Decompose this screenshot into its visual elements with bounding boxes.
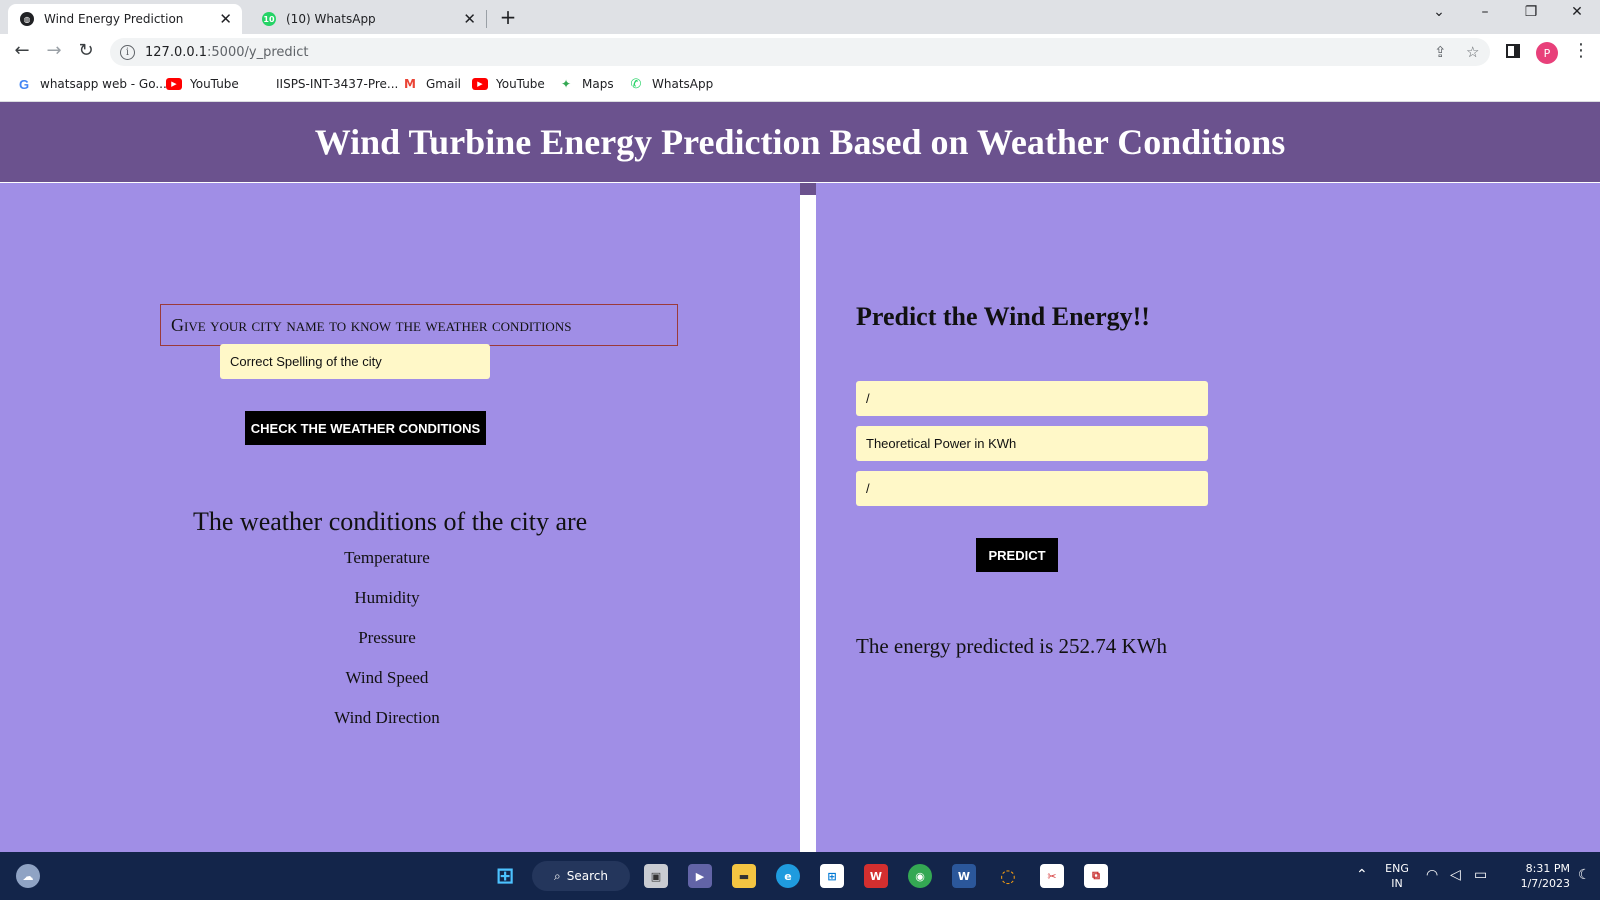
restore-icon[interactable]: ❐ — [1516, 4, 1546, 20]
word-icon[interactable]: W — [952, 864, 976, 888]
reload-icon[interactable]: ↻ — [74, 40, 98, 61]
bookmark-label: IISPS-INT-3437-Pre... — [276, 77, 399, 91]
new-tab-icon[interactable]: + — [496, 5, 520, 29]
address-bar[interactable]: i 127.0.0.1:5000/y_predict — [110, 38, 1490, 66]
bookmark-gmail[interactable]: M Gmail — [402, 77, 461, 91]
close-icon[interactable]: ✕ — [463, 10, 476, 28]
file-explorer-icon[interactable]: ▬ — [732, 864, 756, 888]
weather-wind-direction: Wind Direction — [334, 708, 440, 727]
tab-wind-energy[interactable]: ◍ Wind Energy Prediction ✕ — [8, 4, 242, 34]
wifi-icon[interactable]: ◠ — [1426, 867, 1438, 883]
tab-label: (10) WhatsApp — [286, 12, 376, 26]
back-icon[interactable]: ← — [10, 40, 34, 61]
tab-search-chevron-icon[interactable]: ⌄ — [1424, 4, 1454, 20]
browser-toolbar: ← → ↻ i 127.0.0.1:5000/y_predict ⇪ ☆ P ⋮ — [0, 34, 1600, 70]
windows-taskbar: ☁ ⊞ ⌕ Search ▣ ▶ ▬ e ⊞ W ◉ W ◌ ✂ ⧉ ⌃ ENG… — [0, 852, 1600, 900]
share-icon[interactable]: ⇪ — [1434, 43, 1447, 61]
globe-icon: ◍ — [20, 12, 34, 26]
bookmark-youtube-2[interactable]: ▶ YouTube — [472, 77, 545, 91]
whatsapp-icon: 10 — [262, 12, 276, 26]
task-view-icon[interactable]: ▣ — [644, 864, 668, 888]
bookmarks-bar: G whatsapp web - Go... ▶ YouTube IISPS-I… — [0, 70, 1600, 102]
wind-input-3[interactable]: / — [856, 471, 1208, 506]
menu-icon[interactable]: ⋮ — [1572, 40, 1590, 61]
url-path: :5000/y_predict — [207, 44, 309, 60]
panel-divider — [800, 183, 816, 195]
bookmark-label: YouTube — [496, 77, 545, 91]
maps-icon: ✦ — [560, 77, 572, 91]
info-icon[interactable]: i — [120, 44, 135, 60]
start-icon[interactable]: ⊞ — [493, 864, 517, 889]
chrome-icon[interactable]: ◉ — [908, 864, 932, 888]
gmail-icon: M — [404, 77, 416, 91]
check-weather-button[interactable]: Check the Weather Conditions — [245, 411, 486, 445]
bookmark-label: YouTube — [190, 77, 239, 91]
close-icon[interactable]: ✕ — [219, 10, 232, 28]
tab-whatsapp[interactable]: 10 (10) WhatsApp ✕ — [250, 4, 486, 34]
bookmark-iisps[interactable]: IISPS-INT-3437-Pre... — [276, 77, 398, 91]
language-indicator[interactable]: ENG IN — [1382, 861, 1412, 891]
weather-heading-text: The weather conditions of the city are — [193, 507, 588, 536]
wind-input-1[interactable]: / — [856, 381, 1208, 416]
weather-wind-speed: Wind Speed — [345, 668, 429, 687]
page-header: Wind Turbine Energy Prediction Based on … — [0, 102, 1600, 182]
prediction-panel — [816, 183, 1600, 852]
weather-humidity: Humidity — [354, 588, 420, 607]
clock-date: 1/7/2023 — [1520, 877, 1570, 890]
predict-button[interactable]: Predict — [976, 538, 1058, 572]
predict-heading: Predict the Wind Energy!! — [856, 302, 1150, 331]
side-panel-icon[interactable] — [1506, 44, 1520, 58]
bookmark-label: WhatsApp — [652, 77, 714, 91]
bookmark-label: Gmail — [426, 77, 462, 91]
page-title: Wind Turbine Energy Prediction Based on … — [314, 122, 1286, 162]
store-icon[interactable]: ⊞ — [820, 864, 844, 888]
google-icon: G — [18, 76, 30, 92]
minimize-icon[interactable]: – — [1470, 4, 1500, 20]
url-host: 127.0.0.1 — [145, 44, 208, 60]
youtube-icon: ▶ — [166, 78, 182, 90]
bookmark-whatsapp-web[interactable]: G whatsapp web - Go... — [16, 76, 167, 92]
bookmark-label: Maps — [582, 77, 614, 91]
whatsapp-icon: ✆ — [630, 76, 642, 92]
bookmark-youtube[interactable]: ▶ YouTube — [166, 77, 239, 91]
city-input[interactable]: Correct Spelling of the city — [220, 344, 490, 379]
app-icon[interactable]: ✂ — [1040, 864, 1064, 888]
volume-icon[interactable]: ◁ — [1450, 867, 1461, 883]
weather-widget-icon[interactable]: ☁ — [16, 864, 40, 888]
youtube-icon: ▶ — [472, 78, 488, 90]
bookmark-whatsapp[interactable]: ✆ WhatsApp — [628, 76, 714, 92]
snipping-tool-icon[interactable]: ⧉ — [1084, 864, 1108, 888]
search-icon: ⌕ — [554, 868, 561, 883]
city-heading: Give your city name to know the weather … — [171, 314, 572, 335]
prediction-result: The energy predicted is 252.74 KWh — [856, 634, 1168, 658]
tab-divider — [486, 10, 487, 28]
chat-icon[interactable]: ▶ — [688, 864, 712, 888]
taskbar-search[interactable]: ⌕ Search — [532, 861, 630, 891]
edge-icon[interactable]: e — [776, 864, 800, 888]
weather-temperature: Temperature — [344, 548, 430, 567]
city-heading-box: Give your city name to know the weather … — [160, 304, 678, 346]
tab-bar: ◍ Wind Energy Prediction ✕ 10 (10) Whats… — [0, 0, 1600, 34]
theoretical-power-input[interactable]: Theoretical Power in KWh — [856, 426, 1208, 461]
battery-icon[interactable]: ▭ — [1474, 867, 1487, 883]
window-close-icon[interactable]: ✕ — [1562, 4, 1592, 20]
weather-pressure: Pressure — [358, 628, 416, 647]
jupyter-icon[interactable]: ◌ — [996, 864, 1020, 888]
bookmark-maps[interactable]: ✦ Maps — [558, 77, 614, 91]
page-viewport: Wind Turbine Energy Prediction Based on … — [0, 102, 1600, 852]
bookmark-label: whatsapp web - Go... — [40, 77, 167, 91]
tab-label: Wind Energy Prediction — [44, 12, 184, 26]
language-code: ENG — [1385, 862, 1409, 875]
notifications-icon[interactable]: ☾ — [1578, 867, 1591, 883]
region-code: IN — [1391, 877, 1403, 890]
clock[interactable]: 8:31 PM 1/7/2023 — [1500, 861, 1570, 891]
clock-time: 8:31 PM — [1525, 862, 1570, 875]
chevron-up-icon[interactable]: ⌃ — [1356, 867, 1368, 883]
star-icon[interactable]: ☆ — [1466, 43, 1479, 61]
forward-icon[interactable]: → — [42, 40, 66, 61]
taskbar-search-label: Search — [566, 869, 608, 883]
wps-icon[interactable]: W — [864, 864, 888, 888]
profile-avatar[interactable]: P — [1536, 42, 1558, 64]
